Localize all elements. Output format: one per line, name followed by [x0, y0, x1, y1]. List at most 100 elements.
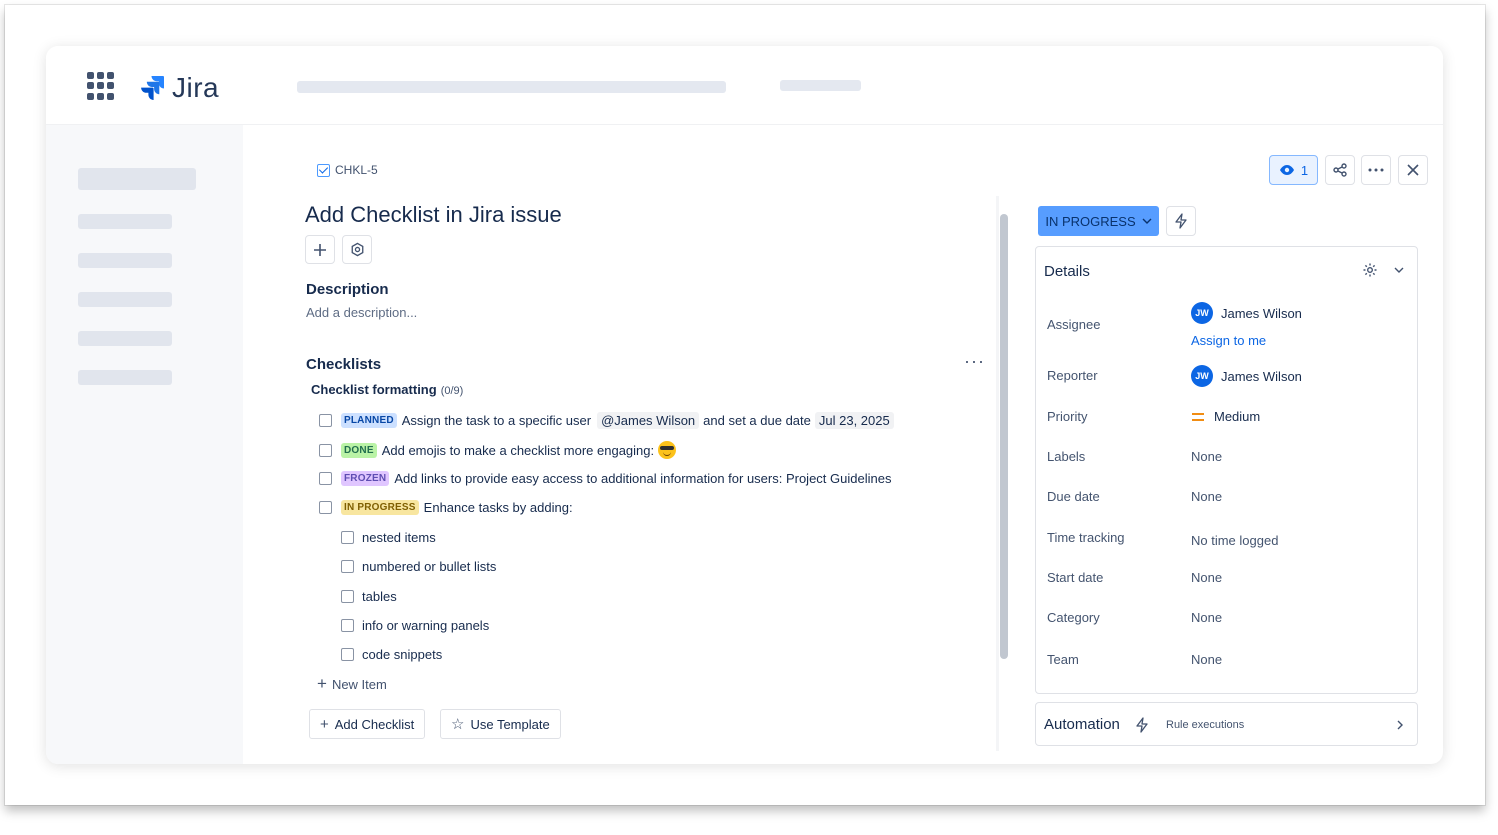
star-icon: ☆ — [451, 716, 465, 733]
checklist-checkbox[interactable] — [319, 443, 332, 457]
checklist-item: FROZEN Add links to provide easy access … — [319, 471, 891, 486]
jira-logo[interactable]: Jira — [140, 72, 219, 104]
status-lozenge-planned: PLANNED — [341, 413, 397, 428]
priority-label: Priority — [1047, 409, 1088, 424]
priority-value[interactable]: Medium — [1192, 409, 1260, 424]
due-date-chip[interactable]: Jul 23, 2025 — [814, 412, 894, 429]
checklist-item-text[interactable]: Assign the task to a specific user — [402, 413, 591, 428]
status-lozenge-frozen: FROZEN — [341, 471, 390, 486]
checklist-checkbox[interactable] — [341, 590, 354, 603]
assignee-value[interactable]: JW James Wilson — [1191, 302, 1302, 324]
gear-icon[interactable] — [1362, 262, 1378, 278]
checklist-sub-item: tables — [341, 589, 397, 604]
watch-count: 1 — [1300, 162, 1309, 178]
hexagon-icon — [351, 242, 363, 257]
checklist-item-text[interactable]: numbered or bullet lists — [362, 559, 496, 574]
checklist-title: Checklist formatting (0/9) — [311, 382, 463, 397]
checklist-checkbox[interactable] — [319, 501, 332, 514]
add-button[interactable] — [305, 235, 335, 264]
checklist-checkbox[interactable] — [341, 648, 354, 661]
close-button[interactable] — [1398, 155, 1428, 185]
status-lozenge-done: DONE — [341, 442, 377, 458]
lightning-bolt-icon — [1136, 717, 1148, 733]
sidebar-placeholder — [78, 331, 172, 346]
add-checklist-button[interactable]: + Add Checklist — [309, 709, 426, 739]
plus-icon — [314, 243, 326, 256]
checklist-item-text[interactable]: and set a due date — [703, 413, 811, 428]
lightning-bolt-icon — [1175, 213, 1187, 229]
reporter-value[interactable]: JW James Wilson — [1191, 365, 1302, 387]
user-mention[interactable]: @James Wilson — [597, 412, 700, 429]
watch-button[interactable]: 1 — [1269, 155, 1318, 185]
checklists-heading: Checklists — [306, 356, 382, 373]
checklist-item-text[interactable]: info or warning panels — [362, 618, 489, 633]
sidebar-placeholder — [78, 292, 172, 307]
apps-button[interactable] — [342, 235, 372, 264]
task-type-icon — [317, 163, 330, 177]
time-tracking-value[interactable]: No time logged — [1191, 533, 1278, 548]
app-switcher-icon[interactable] — [87, 72, 115, 100]
checklist-name: Checklist formatting — [311, 382, 437, 397]
automation-heading: Automation — [1044, 716, 1120, 733]
use-template-label: Use Template — [470, 716, 550, 732]
checklist-item-text[interactable]: code snippets — [362, 647, 442, 662]
team-value[interactable]: None — [1191, 652, 1222, 667]
scrollbar-thumb[interactable] — [1000, 214, 1008, 659]
checklist-checkbox[interactable] — [341, 531, 354, 544]
chevron-down-icon[interactable] — [1394, 267, 1404, 273]
details-panel: Details Assignee JW James Wilson Assign … — [1035, 246, 1418, 694]
new-item-button[interactable]: + New Item — [317, 674, 387, 694]
checklist-checkbox[interactable] — [319, 414, 332, 427]
plus-icon: + — [317, 674, 327, 693]
checklist-checkbox[interactable] — [319, 472, 332, 485]
checklist-item-text[interactable]: nested items — [362, 530, 436, 545]
category-value[interactable]: None — [1191, 610, 1222, 625]
due-date-label: Due date — [1047, 489, 1100, 504]
assignee-label: Assignee — [1047, 317, 1101, 332]
assign-to-me-link[interactable]: Assign to me — [1191, 333, 1266, 348]
automation-panel[interactable]: Automation Rule executions — [1035, 702, 1418, 746]
labels-value[interactable]: None — [1191, 449, 1222, 464]
status-dropdown[interactable]: IN PROGRESS — [1038, 206, 1159, 236]
checklist-item-text[interactable]: Add links to provide easy access to addi… — [394, 471, 891, 486]
top-navigation: Jira — [46, 46, 1443, 125]
rule-executions-link[interactable]: Rule executions — [1166, 719, 1244, 731]
due-date-value[interactable]: None — [1191, 489, 1222, 504]
checklist-sub-item: numbered or bullet lists — [341, 559, 496, 574]
checklist-more-button[interactable]: ··· — [964, 351, 985, 372]
automation-button[interactable] — [1166, 206, 1196, 236]
checklist-item-text[interactable]: Add emojis to make a checklist more enga… — [382, 443, 654, 458]
avatar: JW — [1191, 302, 1213, 324]
nav-placeholder-bar — [780, 80, 861, 91]
use-template-button[interactable]: ☆ Use Template — [440, 709, 561, 739]
add-checklist-label: Add Checklist — [334, 716, 415, 732]
more-actions-button[interactable] — [1361, 155, 1391, 185]
checklist-item-text[interactable]: Enhance tasks by adding: — [424, 500, 573, 515]
sunglasses-emoji-icon — [658, 441, 677, 459]
description-field[interactable]: Add a description... — [306, 305, 417, 320]
issue-key-breadcrumb[interactable]: CHKL-5 — [317, 163, 378, 177]
reporter-name: James Wilson — [1221, 368, 1302, 384]
checklist-checkbox[interactable] — [341, 619, 354, 632]
share-button[interactable] — [1325, 155, 1355, 185]
more-horizontal-icon — [1368, 168, 1384, 172]
checklist-item: IN PROGRESS Enhance tasks by adding: — [319, 500, 573, 515]
details-heading[interactable]: Details — [1044, 263, 1090, 280]
sidebar-placeholder — [78, 168, 196, 190]
eye-icon — [1279, 165, 1294, 175]
new-item-label: New Item — [331, 676, 387, 692]
sidebar-placeholder — [78, 370, 172, 385]
issue-key: CHKL-5 — [335, 163, 378, 177]
category-label: Category — [1047, 610, 1100, 625]
description-heading: Description — [306, 281, 389, 298]
start-date-value[interactable]: None — [1191, 570, 1222, 585]
reporter-label: Reporter — [1047, 368, 1098, 383]
checklist-sub-item: info or warning panels — [341, 618, 489, 633]
scrollbar-track — [996, 196, 999, 751]
checklist-item-text[interactable]: tables — [362, 589, 397, 604]
issue-title[interactable]: Add Checklist in Jira issue — [305, 202, 562, 228]
chevron-down-icon — [1142, 218, 1152, 224]
nav-placeholder-bar — [297, 81, 726, 93]
checklist-checkbox[interactable] — [341, 560, 354, 573]
sidebar-placeholder — [78, 253, 172, 268]
